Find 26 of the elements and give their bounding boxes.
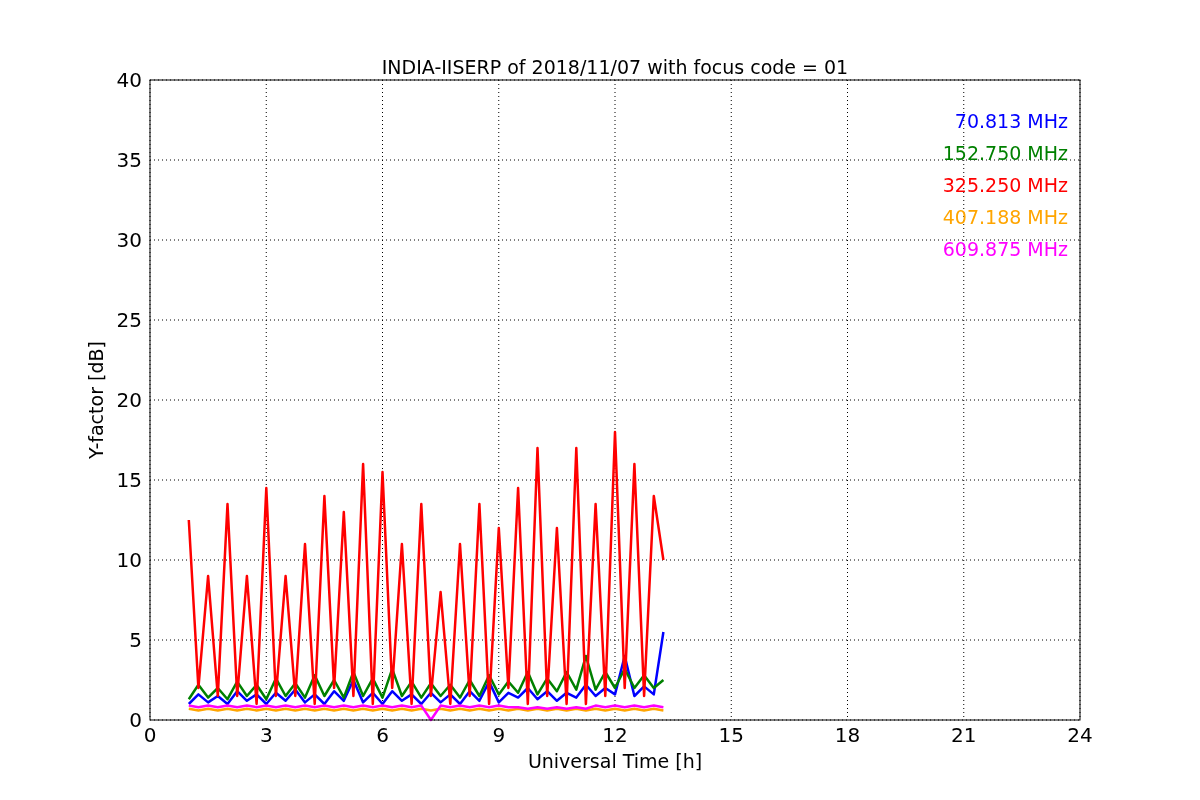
- y-tick-label: 15: [116, 468, 142, 492]
- x-tick-label: 18: [834, 723, 861, 747]
- x-tick-label: 15: [718, 723, 744, 747]
- x-tick-label: 3: [259, 723, 273, 747]
- legend-label: 609.875 MHz: [942, 238, 1068, 260]
- chart-title: INDIA-IISERP of 2018/11/07 with focus code = 01: [381, 56, 849, 78]
- y-tick-label: 35: [116, 148, 142, 172]
- x-tick-label: 24: [1067, 723, 1093, 747]
- y-tick-label: 0: [129, 708, 142, 732]
- x-tick-label: 6: [376, 723, 389, 747]
- y-tick-label: 40: [116, 68, 142, 92]
- legend-label: 325.250 MHz: [942, 174, 1068, 196]
- legend-label: 407.188 MHz: [942, 206, 1068, 228]
- x-axis-label: Universal Time [h]: [527, 750, 703, 772]
- y-tick-label: 25: [116, 308, 142, 332]
- legend-label: 70.813 MHz: [954, 110, 1068, 132]
- x-tick-label: 21: [951, 723, 977, 747]
- y-tick-label: 20: [116, 388, 142, 412]
- y-tick-label: 5: [129, 628, 142, 652]
- y-axis-label: Y-factor [dB]: [85, 341, 107, 459]
- y-tick-label: 10: [116, 548, 142, 572]
- x-tick-label: 12: [602, 723, 628, 747]
- y-tick-label: 30: [116, 228, 142, 252]
- x-tick-label: 9: [492, 723, 506, 747]
- x-tick-label: 0: [143, 723, 157, 747]
- legend-label: 152.750 MHz: [942, 142, 1068, 164]
